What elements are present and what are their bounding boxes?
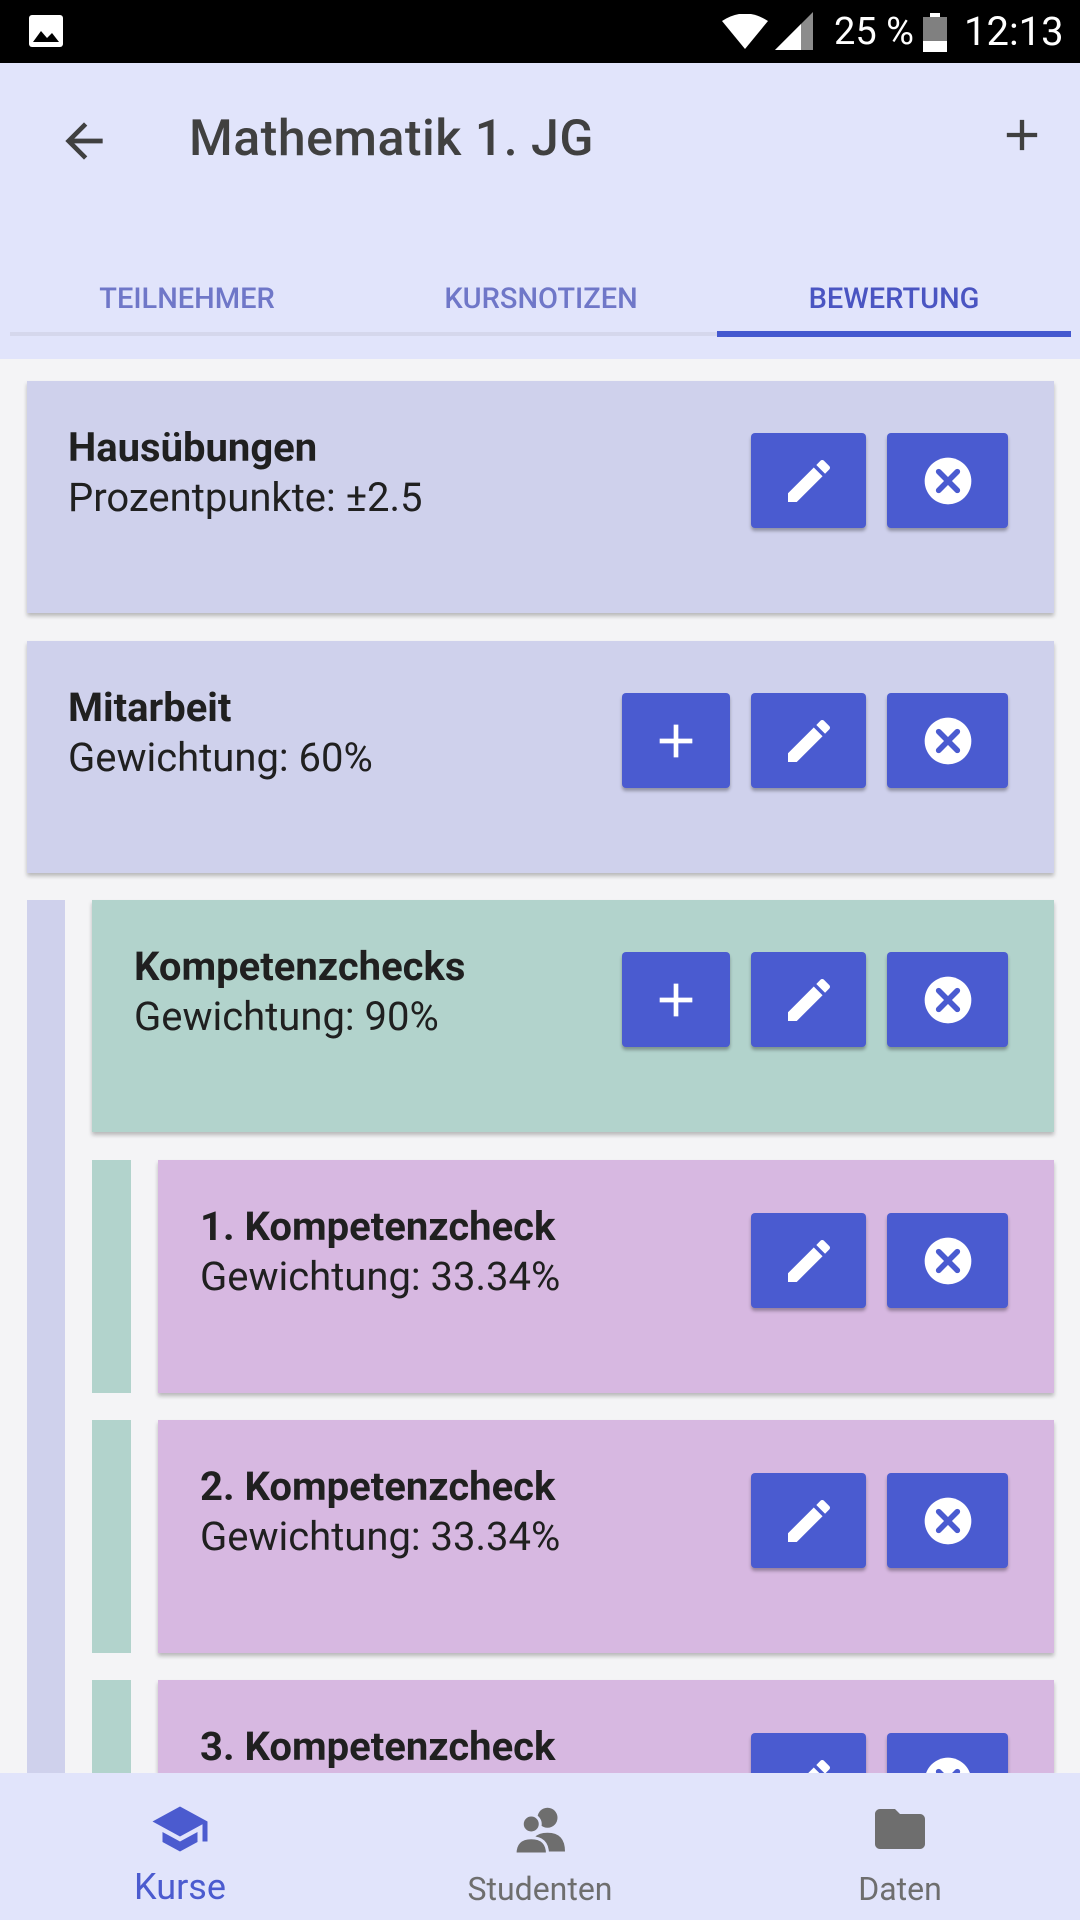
battery-icon [923,13,947,52]
grading-card-kompetenzcheck-3: 3. Kompetenzcheck [158,1680,1054,1773]
tab-teilnehmer[interactable]: TEILNEHMER [10,253,364,341]
card-title: Mitarbeit [68,684,232,731]
nav-label: Studenten [467,1870,613,1908]
card-subtitle: Gewichtung: 33.34% [200,1513,561,1560]
card-subtitle: Gewichtung: 33.34% [200,1253,561,1300]
pencil-icon [787,978,830,1021]
card-title: 3. Kompetenzcheck [200,1723,556,1770]
close-circle-icon [924,717,971,764]
add-icon[interactable] [996,109,1048,161]
pencil-icon [787,1239,830,1282]
indent-bar-level2 [92,1680,131,1773]
delete-button[interactable] [887,693,1008,788]
card-subtitle: Prozentpunkte: ±2.5 [68,474,423,521]
edit-button[interactable] [751,952,866,1047]
plus-icon [659,983,693,1016]
tab-indicator [717,331,1071,337]
page-title: Mathematik 1. JG [189,110,594,168]
delete-button[interactable] [887,1213,1008,1308]
tab-bar: TEILNEHMER KURSNOTIZEN BEWERTUNG [10,253,1071,341]
nav-item-studenten[interactable]: Studenten [360,1773,720,1920]
close-circle-icon [924,1497,971,1544]
folder-icon [875,1809,925,1849]
plus-icon [659,724,693,757]
card-title: 2. Kompetenzcheck [200,1463,556,1510]
nav-label: Daten [858,1870,942,1908]
delete-button[interactable] [887,1733,1008,1773]
close-circle-icon [925,1757,970,1773]
bottom-navigation: Kurse Studenten Daten [0,1773,1080,1920]
pencil-icon [787,459,830,502]
add-subcategory-button[interactable] [622,952,730,1047]
card-title: Kompetenzchecks [134,943,466,990]
nav-item-kurse[interactable]: Kurse [0,1773,360,1920]
clock: 12:13 [964,8,1064,55]
grading-card-kompetenzcheck-2: 2. Kompetenzcheck Gewichtung: 33.34% [158,1420,1054,1653]
grading-card-mitarbeit: Mitarbeit Gewichtung: 60% [27,641,1054,873]
tab-kursnotizen[interactable]: KURSNOTIZEN [364,253,718,341]
nav-item-daten[interactable]: Daten [720,1773,1080,1920]
battery-percentage: 25 % [834,10,914,54]
indent-bar-level1 [27,900,65,1773]
edit-button[interactable] [751,433,866,528]
close-circle-icon [924,976,971,1023]
edit-button[interactable] [751,693,866,788]
edit-button[interactable] [751,1213,866,1308]
card-title: 1. Kompetenzcheck [200,1203,556,1250]
close-circle-icon [924,1237,971,1284]
card-title: Hausübungen [68,424,318,471]
grading-card-hausuebungen: Hausübungen Prozentpunkte: ±2.5 [27,381,1054,613]
nav-label: Kurse [134,1866,226,1908]
delete-button[interactable] [887,433,1008,528]
app-bar: Mathematik 1. JG TEILNEHMER KURSNOTIZEN … [0,63,1080,359]
close-circle-icon [924,457,971,504]
tab-bewertung[interactable]: BEWERTUNG [717,253,1071,341]
grading-card-kompetenzcheck-1: 1. Kompetenzcheck Gewichtung: 33.34% [158,1160,1054,1393]
pencil-icon [787,1499,830,1542]
graduation-cap-icon [152,1806,208,1852]
people-icon [513,1807,565,1856]
status-bar: 25 % 12:13 [0,0,1080,63]
pencil-icon [807,1759,830,1773]
card-subtitle: Gewichtung: 60% [68,734,373,781]
image-notification-icon [29,15,63,47]
delete-button[interactable] [887,952,1008,1047]
indent-bar-level2 [92,1160,131,1393]
wifi-icon [722,14,768,49]
pencil-icon [787,719,830,762]
edit-button[interactable] [751,1733,866,1773]
signal-icon [775,12,813,50]
delete-button[interactable] [887,1473,1008,1568]
card-subtitle: Gewichtung: 90% [134,993,439,1040]
indent-bar-level2 [92,1420,131,1653]
edit-button[interactable] [751,1473,866,1568]
grading-card-kompetenzchecks: Kompetenzchecks Gewichtung: 90% [92,900,1054,1132]
back-arrow-icon[interactable] [56,113,112,169]
add-subcategory-button[interactable] [622,693,730,788]
